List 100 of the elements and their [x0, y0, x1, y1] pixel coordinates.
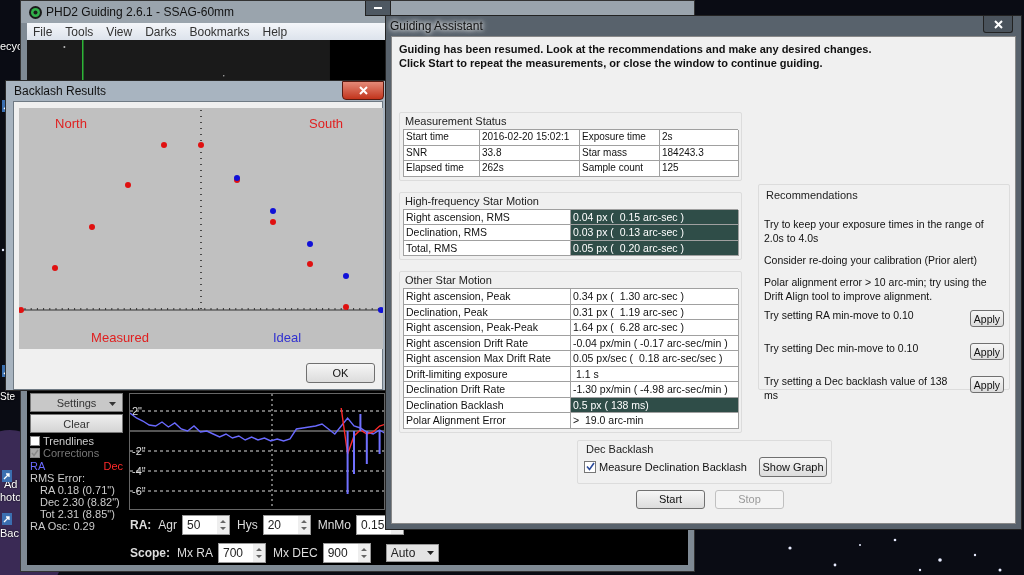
group-title: Other Star Motion: [404, 273, 493, 288]
correction-bar: [359, 414, 362, 431]
instruction-text: Guiding has been resumed. Look at the recommendations and make any desired changes.: [399, 42, 873, 56]
plot-label: North: [55, 116, 87, 131]
start-button[interactable]: Start: [636, 489, 705, 509]
stat-text: RA 0.18 (0.71"): [39, 484, 116, 496]
legend-label: Dec: [103, 459, 123, 472]
clear-button[interactable]: Clear: [30, 414, 123, 433]
close-icon[interactable]: [993, 19, 1003, 29]
table-cell: 262s: [480, 161, 580, 177]
ok-button[interactable]: OK: [306, 363, 375, 383]
table-cell: Elapsed time: [404, 161, 480, 177]
spinner-arrows-icon[interactable]: [217, 516, 229, 535]
control-label: Mx DEC: [273, 546, 318, 561]
table-cell: 1.64 px ( 6.28 arc-sec ): [571, 320, 739, 336]
desktop-icon-label[interactable]: Bac: [0, 527, 19, 539]
menu-item[interactable]: Tools: [59, 24, 101, 39]
plot-label: South: [309, 116, 343, 131]
plot-label: Ideal: [272, 330, 302, 345]
show-graph-button[interactable]: Show Graph: [759, 456, 827, 477]
table-cell: 2s: [660, 130, 739, 146]
close-button[interactable]: [983, 16, 1013, 33]
dropdown[interactable]: Auto: [385, 544, 440, 563]
desktop-icon-label[interactable]: Ste: [0, 391, 15, 402]
measured-point: [89, 224, 95, 230]
table-cell: > 19.0 arc-min: [571, 413, 739, 429]
ideal-point: [307, 241, 313, 247]
measured-point: [270, 219, 276, 225]
spin-field[interactable]: 900: [322, 543, 371, 564]
app-logo-icon: [29, 5, 42, 19]
recommendation-text: Try setting RA min-move to 0.10: [764, 308, 914, 322]
measured-point: [19, 307, 24, 313]
ideal-point: [270, 208, 276, 214]
table-cell: 0.04 px ( 0.15 arc-sec ): [571, 209, 739, 225]
group-title: Dec Backlash: [585, 441, 655, 457]
apply-button[interactable]: Apply: [970, 376, 1004, 393]
measured-point: [343, 304, 349, 310]
correction-bar: [365, 431, 368, 464]
recommendation-text: Try setting Dec min-move to 0.10: [764, 341, 919, 355]
shortcut-icon[interactable]: [2, 513, 12, 525]
table-cell: 0.05 px/sec ( 0.18 arc-sec/sec ): [571, 351, 739, 367]
table-cell: 1.1 s: [571, 366, 739, 382]
stat-text: Tot 2.31 (8.85"): [39, 508, 116, 520]
close-icon[interactable]: [358, 86, 368, 95]
table-cell: 33.8: [480, 145, 580, 161]
recommendation-text: Try to keep your exposure times in the range of 2.0s to 4.0s: [764, 217, 985, 245]
minimize-button[interactable]: [365, 1, 391, 16]
stat-text: Dec 2.30 (8.82"): [39, 496, 121, 508]
control-label: Agr: [158, 518, 177, 533]
axis-label: -4": [132, 465, 146, 477]
spinner-arrows-icon[interactable]: [253, 544, 265, 563]
close-button[interactable]: [342, 81, 384, 100]
table-cell: Declination, RMS: [404, 225, 571, 241]
control-heading: Scope:: [129, 546, 170, 561]
menu-item[interactable]: Help: [256, 24, 295, 39]
group-title: Recommendations: [765, 188, 859, 203]
table-cell: -0.04 px/min ( -0.17 arc-sec/min ): [571, 335, 739, 351]
menu-item[interactable]: Bookmarks: [183, 24, 257, 39]
table-cell: Start time: [404, 130, 480, 146]
measured-point: [161, 142, 167, 148]
axis-label: 2": [132, 405, 143, 417]
shortcut-icon[interactable]: [2, 470, 12, 482]
table-cell: Right ascension, Peak: [404, 289, 571, 305]
stat-text: RMS Error:: [30, 472, 86, 484]
recommendation-text: Consider re-doing your calibration (Prior alert): [764, 253, 977, 267]
table-cell: Right ascension, Peak-Peak: [404, 320, 571, 336]
menu-item[interactable]: Darks: [139, 24, 184, 39]
apply-button[interactable]: Apply: [970, 310, 1004, 327]
table-cell: 0.31 px ( 1.19 arc-sec ): [571, 304, 739, 320]
table-cell: Right ascension Max Drift Rate: [404, 351, 571, 367]
checkbox[interactable]: [30, 436, 40, 446]
table-cell: Drift-limiting exposure: [404, 366, 571, 382]
measured-point: [307, 261, 313, 267]
menu-item[interactable]: View: [100, 24, 140, 39]
group-title: Measurement Status: [404, 114, 508, 129]
table-cell: Declination Drift Rate: [404, 382, 571, 398]
table-cell: SNR: [404, 145, 480, 161]
spinner-arrows-icon[interactable]: [357, 544, 370, 563]
control-label: MnMo: [317, 518, 352, 533]
dropdown-button[interactable]: Settings: [30, 393, 123, 412]
table-cell: -1.30 px/min ( -4.98 arc-sec/min ): [571, 382, 739, 398]
checkbox[interactable]: [584, 460, 596, 473]
caret-icon[interactable]: [109, 402, 116, 406]
measured-point: [125, 182, 131, 188]
ideal-point: [378, 307, 383, 313]
table-cell: 2016-02-20 15:02:1: [480, 130, 580, 146]
spin-field[interactable]: 20: [262, 515, 311, 536]
caret-icon[interactable]: [427, 551, 435, 556]
spin-field[interactable]: 50: [182, 515, 230, 536]
instruction-text: Click Start to repeat the measurements, or close the window to continue guiding.: [399, 56, 824, 70]
table-cell: Declination, Peak: [404, 304, 571, 320]
spinner-arrows-icon[interactable]: [297, 516, 310, 535]
table-cell: Exposure time: [580, 130, 660, 146]
spin-field[interactable]: 700: [218, 543, 266, 564]
window-title: Backlash Results: [14, 84, 107, 98]
measured-point: [52, 265, 58, 271]
apply-button[interactable]: Apply: [970, 343, 1004, 360]
menu-item[interactable]: File: [27, 24, 60, 39]
table-cell: Polar Alignment Error: [404, 413, 571, 429]
table-cell: 125: [660, 161, 739, 177]
